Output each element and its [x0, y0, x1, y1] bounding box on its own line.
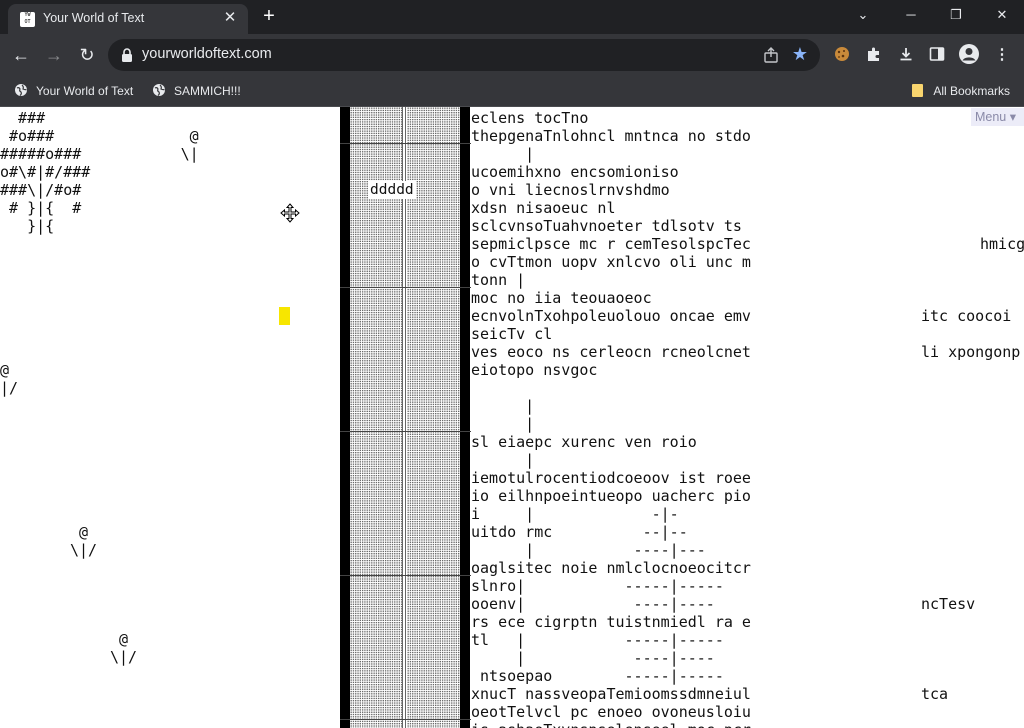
globe-icon: [153, 84, 165, 96]
folder-icon: [912, 84, 924, 97]
ascii-stick-figure: @ \|/: [110, 630, 138, 666]
all-bookmarks-button[interactable]: All Bookmarks: [912, 82, 1010, 100]
ascii-stick-figure: @ \|/: [70, 523, 98, 559]
bookmark-sammich[interactable]: SAMMICH!!!: [152, 82, 241, 100]
grid-line: [340, 575, 471, 576]
menu-button[interactable]: Menu ▾: [970, 108, 1024, 126]
bookmark-star-icon[interactable]: ★: [790, 44, 810, 64]
divider-line: [405, 107, 406, 728]
new-tab-button[interactable]: +: [258, 6, 280, 28]
stippled-column-left: [350, 107, 402, 728]
cookie-extension-icon[interactable]: [830, 43, 854, 67]
chrome-menu-kebab-icon[interactable]: ⋮: [990, 43, 1014, 67]
close-tab-icon[interactable]: ✕: [222, 10, 238, 26]
minimize-button[interactable]: ─: [896, 5, 926, 25]
share-icon[interactable]: [762, 46, 780, 64]
black-pillar-left: [340, 107, 350, 728]
world-text-edge: hmicg: [980, 235, 1024, 253]
restore-button[interactable]: ❐: [941, 5, 971, 25]
grid-line: [340, 287, 471, 288]
close-window-button[interactable]: ✕: [987, 5, 1017, 25]
text-cursor: [279, 307, 290, 325]
ascii-tree-art: ### #o### @ #####o### \| o#\#|#/### ###\…: [0, 109, 199, 235]
box-label-text: ddddd: [368, 181, 416, 199]
tab-favicon: YW OT: [20, 12, 35, 27]
ascii-figure-partial: @ |/: [0, 361, 19, 397]
tab-your-world-of-text[interactable]: YW OT Your World of Text ✕: [8, 4, 248, 34]
tab-search-chevron-icon[interactable]: ⌄: [848, 5, 878, 25]
reload-icon[interactable]: ↻: [74, 42, 100, 68]
forward-arrow-icon[interactable]: →: [41, 42, 67, 68]
world-text-block: eclens tocTno thepgenaTnlohncl mntnca no…: [471, 109, 751, 728]
divider-line: [402, 107, 403, 728]
grid-line: [340, 143, 471, 144]
globe-icon: [15, 84, 27, 96]
back-arrow-icon[interactable]: ←: [8, 42, 34, 68]
address-bar[interactable]: yourworldoftext.com ★: [108, 39, 820, 71]
grid-line: [340, 431, 471, 432]
tab-strip: YW OT Your World of Text ✕ + ⌄ ─ ❐ ✕: [0, 0, 1024, 34]
world-text-right: itc coocoi li xpongonp ncTesv tca: [921, 307, 1021, 703]
tab-title: Your World of Text: [43, 11, 145, 25]
bookmark-label: Your World of Text: [36, 84, 134, 98]
bookmark-label: SAMMICH!!!: [174, 84, 241, 98]
side-panel-icon[interactable]: [925, 43, 949, 67]
stippled-column-right: [407, 107, 460, 728]
url-text[interactable]: yourworldoftext.com: [142, 46, 272, 62]
browser-toolbar: ← → ↻ yourworldoftext.com ★ ⋮: [0, 34, 1024, 76]
lock-icon: [122, 48, 132, 62]
all-bookmarks-label: All Bookmarks: [933, 84, 1010, 98]
black-pillar-right: [460, 107, 470, 728]
extensions-puzzle-icon[interactable]: [862, 43, 886, 67]
bookmark-your-world-of-text[interactable]: Your World of Text: [14, 82, 133, 100]
move-cursor-icon: [280, 203, 300, 223]
grid-line: [340, 719, 471, 720]
bookmarks-bar: Your World of Text SAMMICH!!! All Bookma…: [0, 76, 1024, 107]
text-world-canvas[interactable]: ddddd ### #o### @ #####o### \| o#\#|#/##…: [0, 107, 1024, 728]
download-icon[interactable]: [894, 43, 918, 67]
profile-avatar-icon[interactable]: [957, 43, 981, 67]
